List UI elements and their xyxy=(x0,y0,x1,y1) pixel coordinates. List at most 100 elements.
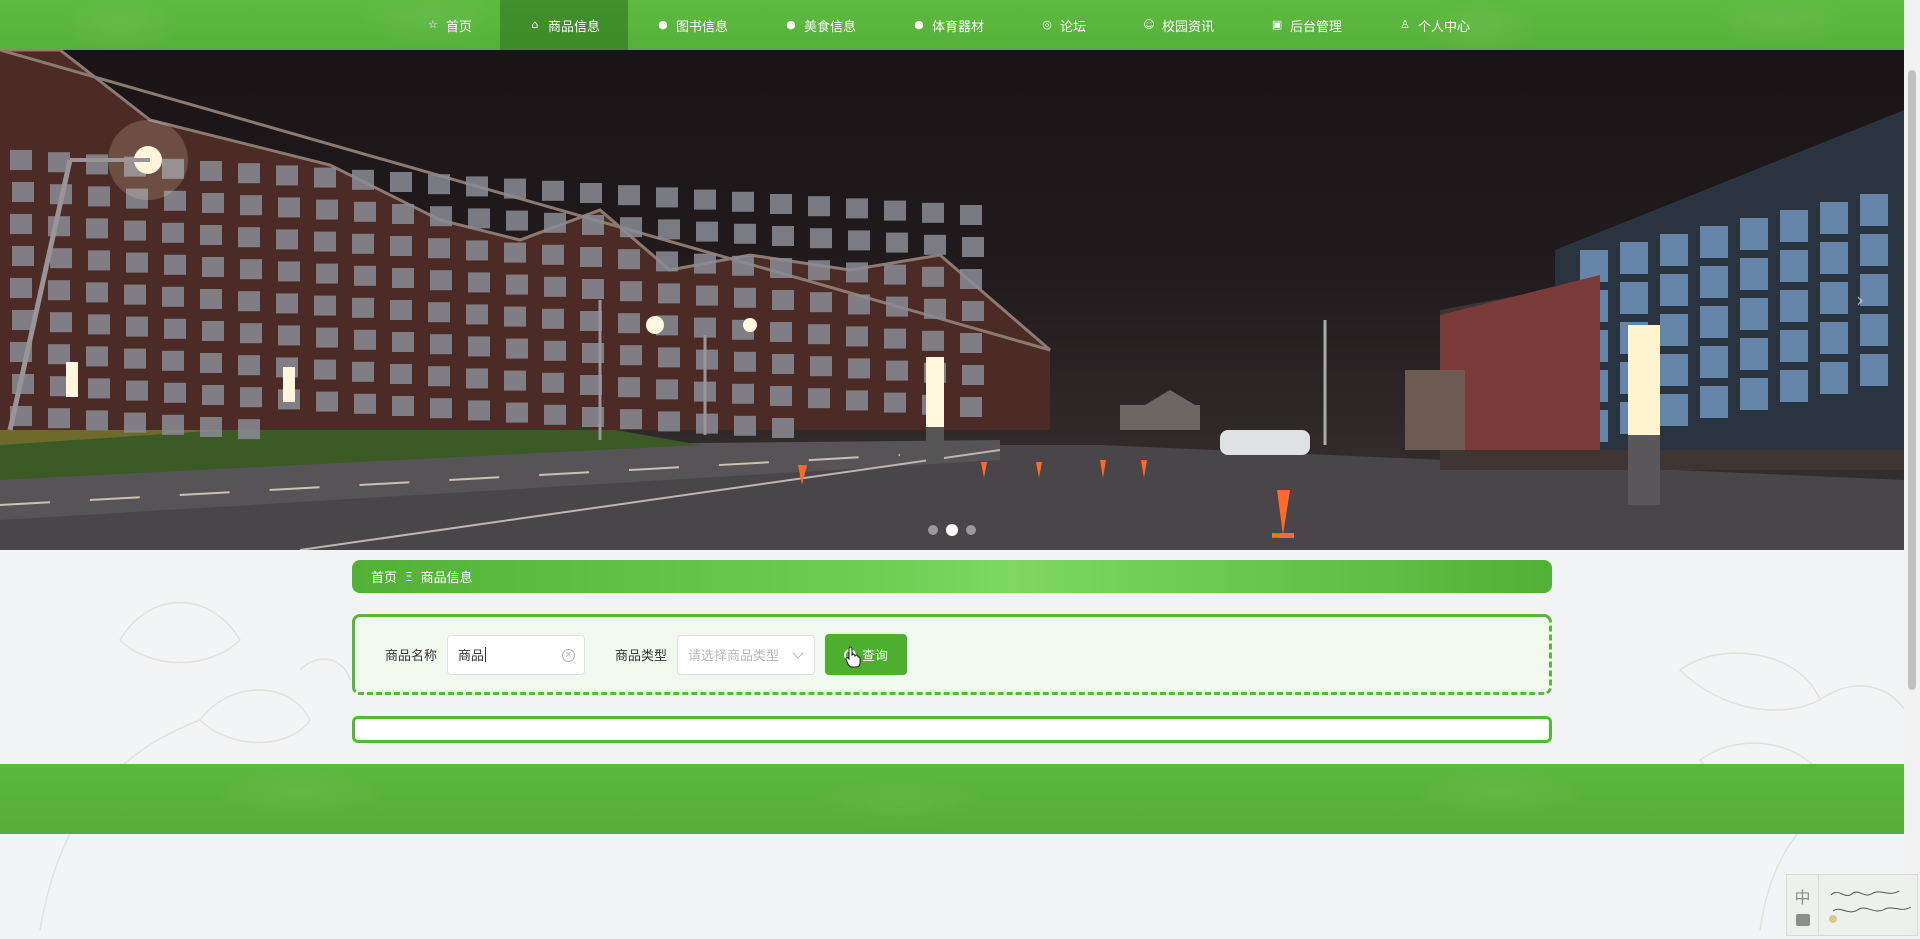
building-window xyxy=(772,418,794,438)
ime-toolbar[interactable]: 中 xyxy=(1786,874,1918,936)
building-window xyxy=(126,252,148,273)
building-window xyxy=(734,351,756,372)
building-window xyxy=(430,270,452,291)
building-window xyxy=(88,186,110,207)
building-window xyxy=(1860,274,1888,306)
building-window xyxy=(276,293,298,314)
building-window xyxy=(848,294,870,315)
building-window xyxy=(1700,386,1728,418)
building-window xyxy=(1620,282,1648,314)
building-window xyxy=(884,264,906,285)
building-window xyxy=(846,262,868,283)
ime-skin-icon[interactable] xyxy=(1795,914,1810,926)
ime-handwriting-area[interactable] xyxy=(1819,875,1917,935)
nav-item-label: 体育器材 xyxy=(931,19,984,35)
scrollbar-thumb[interactable] xyxy=(1908,70,1916,690)
building-window xyxy=(354,265,376,286)
nav-item-label: 校园资讯 xyxy=(1162,19,1215,35)
building-window xyxy=(392,204,414,224)
nav-menu: ☆ 首页 ⌂ 商品信息 ● 图书信息 ● 美食信息 ● 体育器材 ◎ 论坛 ☺ 校园资讯 ▣ 后台管理 ♙ 个人中… xyxy=(398,0,1498,50)
page-scrollbar[interactable] xyxy=(1904,0,1920,936)
nav-item-2[interactable]: ● 图书信息 xyxy=(628,0,756,50)
building-window xyxy=(1860,354,1888,386)
building-window xyxy=(352,169,374,190)
building-window xyxy=(1780,290,1808,322)
building-window xyxy=(428,174,450,195)
building-window xyxy=(924,234,946,255)
building-window xyxy=(240,195,262,216)
building-window xyxy=(504,370,526,391)
next-slide-icon[interactable]: › xyxy=(1856,288,1864,312)
building-window xyxy=(164,254,186,275)
building-window xyxy=(12,182,34,202)
info-icon: ● xyxy=(914,18,924,31)
breadcrumb-current: 商品信息 xyxy=(420,571,473,586)
query-button[interactable]: 查询 xyxy=(825,634,908,675)
banner-carousel[interactable]: › xyxy=(0,50,1904,550)
nav-item-1[interactable]: ⌂ 商品信息 xyxy=(499,0,628,50)
building-window xyxy=(770,258,792,278)
building-window xyxy=(430,334,452,355)
nav-item-4[interactable]: ● 体育器材 xyxy=(884,0,1012,50)
building-window xyxy=(1780,250,1808,282)
building-window xyxy=(542,180,564,201)
building-window xyxy=(810,356,832,377)
building-window xyxy=(316,327,338,348)
building-window xyxy=(1660,394,1688,426)
building-window xyxy=(86,218,108,239)
clear-icon[interactable]: × xyxy=(562,648,576,662)
carousel-dot-1[interactable] xyxy=(928,525,938,535)
building-window xyxy=(618,313,640,334)
nav-item-7[interactable]: ▣ 后台管理 xyxy=(1242,0,1370,50)
building-window xyxy=(694,253,716,274)
building-window xyxy=(808,324,830,345)
product-name-input[interactable]: 商品 × xyxy=(447,634,586,675)
nav-item-8[interactable]: ♙ 个人中心 xyxy=(1370,0,1498,50)
building-window xyxy=(1820,202,1848,234)
building-window xyxy=(770,322,792,342)
building-window xyxy=(884,200,906,221)
product-type-select[interactable]: 请选择商品类型 xyxy=(677,634,816,675)
forum-icon: ◎ xyxy=(1042,18,1052,31)
nav-item-3[interactable]: ● 美食信息 xyxy=(756,0,884,50)
building-window xyxy=(202,257,224,277)
building-window xyxy=(88,314,110,335)
building-window xyxy=(544,404,566,425)
building-window xyxy=(428,302,450,323)
building-window xyxy=(392,268,414,288)
building-window xyxy=(12,246,34,266)
building-window xyxy=(10,150,32,170)
building-window xyxy=(468,272,490,293)
building-window xyxy=(1700,346,1728,378)
building-window xyxy=(1660,354,1688,386)
carousel-dot-2[interactable] xyxy=(946,524,958,536)
building-window xyxy=(124,348,146,369)
hand-pointer-cursor-icon xyxy=(845,646,861,668)
building-window xyxy=(620,217,642,238)
building-window xyxy=(1820,242,1848,274)
building-window xyxy=(354,329,376,350)
building-window xyxy=(504,178,526,199)
ime-mode[interactable]: 中 xyxy=(1787,875,1819,935)
building-window xyxy=(1820,362,1848,394)
breadcrumb-separator: Ξ xyxy=(405,569,413,584)
breadcrumb-home[interactable]: 首页 xyxy=(371,567,397,586)
carousel-dot-3[interactable] xyxy=(966,525,976,535)
building-window xyxy=(696,413,718,434)
building-window xyxy=(848,230,870,251)
nav-item-5[interactable]: ◎ 论坛 xyxy=(1012,0,1114,50)
query-button-label: 查询 xyxy=(862,649,889,664)
building-window xyxy=(618,185,640,206)
search-panel: 商品名称 商品 × 商品类型 请选择商品类型 查询 xyxy=(352,614,1552,695)
nav-item-0[interactable]: ☆ 首页 xyxy=(398,0,500,50)
building-window xyxy=(960,269,982,289)
building-window xyxy=(696,221,718,242)
building-window xyxy=(1660,274,1688,306)
nav-item-6[interactable]: ☺ 校园资讯 xyxy=(1114,0,1242,50)
building-window xyxy=(162,286,184,307)
building-window xyxy=(808,196,830,217)
building-window xyxy=(10,214,32,234)
building-window xyxy=(504,306,526,327)
building-window xyxy=(696,285,718,306)
nav-item-label: 后台管理 xyxy=(1290,19,1343,35)
